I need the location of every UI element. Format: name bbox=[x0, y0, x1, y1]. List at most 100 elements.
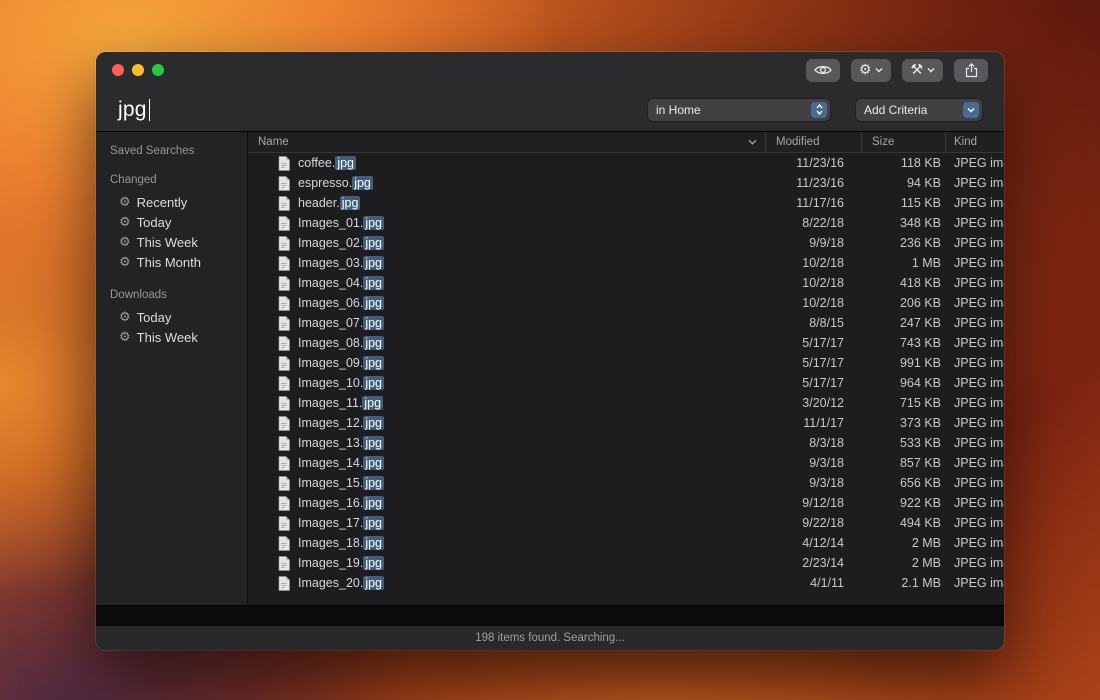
close-button[interactable] bbox=[112, 64, 124, 76]
table-row[interactable]: Images_13.jpg 8/3/18 533 KB JPEG image bbox=[248, 433, 1004, 453]
file-kind: JPEG image bbox=[946, 533, 1004, 553]
add-criteria-dropdown[interactable]: Add Criteria bbox=[856, 99, 982, 121]
file-name: Images_06.jpg bbox=[298, 296, 384, 310]
file-modified: 9/3/18 bbox=[766, 453, 862, 473]
chevron-down-icon bbox=[963, 102, 979, 118]
sort-chevron-icon bbox=[748, 136, 757, 148]
file-size: 656 KB bbox=[862, 473, 946, 493]
table-row[interactable]: Images_02.jpg 9/9/18 236 KB JPEG image bbox=[248, 233, 1004, 253]
file-name-base: Images_16. bbox=[298, 496, 363, 510]
tools-menu-button[interactable]: ⚒ bbox=[902, 59, 943, 82]
file-name-cell: Images_09.jpg bbox=[248, 353, 766, 373]
horizontal-scrollbar[interactable] bbox=[96, 605, 1004, 625]
file-modified: 10/2/18 bbox=[766, 253, 862, 273]
file-name-cell: Images_07.jpg bbox=[248, 313, 766, 333]
sidebar-item[interactable]: ⚙ This Week bbox=[96, 232, 247, 252]
file-kind: JPEG image bbox=[946, 253, 1004, 273]
column-header-kind[interactable]: Kind bbox=[946, 132, 1004, 152]
eye-icon bbox=[814, 64, 832, 76]
file-kind: JPEG image bbox=[946, 193, 1004, 213]
table-row[interactable]: Images_03.jpg 10/2/18 1 MB JPEG image bbox=[248, 253, 1004, 273]
column-header-size[interactable]: Size bbox=[862, 132, 946, 152]
file-name-base: Images_09. bbox=[298, 356, 363, 370]
share-button[interactable] bbox=[954, 59, 988, 82]
sidebar-item[interactable]: ⚙ Today bbox=[96, 212, 247, 232]
document-icon bbox=[278, 216, 290, 231]
sidebar-item[interactable]: ⚙ This Month bbox=[96, 252, 247, 272]
file-modified: 9/22/18 bbox=[766, 513, 862, 533]
file-name-cell: Images_19.jpg bbox=[248, 553, 766, 573]
table-row[interactable]: Images_20.jpg 4/1/11 2.1 MB JPEG image bbox=[248, 573, 1004, 593]
table-row[interactable]: Images_07.jpg 8/8/15 247 KB JPEG image bbox=[248, 313, 1004, 333]
column-header-modified[interactable]: Modified bbox=[766, 132, 862, 152]
sidebar-item[interactable]: ⚙ Recently bbox=[96, 192, 247, 212]
table-row[interactable]: espresso.jpg 11/23/16 94 KB JPEG image bbox=[248, 173, 1004, 193]
table-row[interactable]: Images_15.jpg 9/3/18 656 KB JPEG image bbox=[248, 473, 1004, 493]
document-icon bbox=[278, 256, 290, 271]
file-name-base: Images_01. bbox=[298, 216, 363, 230]
action-menu-button[interactable]: ⚙ bbox=[851, 59, 892, 82]
table-row[interactable]: Images_06.jpg 10/2/18 206 KB JPEG image bbox=[248, 293, 1004, 313]
file-name: Images_13.jpg bbox=[298, 436, 384, 450]
file-name: Images_04.jpg bbox=[298, 276, 384, 290]
sidebar-header: Saved Searches bbox=[96, 145, 247, 157]
status-text: 198 items found. Searching... bbox=[475, 632, 625, 644]
document-icon bbox=[278, 376, 290, 391]
document-icon bbox=[278, 176, 290, 191]
scope-dropdown-label: in Home bbox=[648, 103, 811, 117]
table-row[interactable]: Images_12.jpg 11/1/17 373 KB JPEG image bbox=[248, 413, 1004, 433]
file-name-base: Images_20. bbox=[298, 576, 363, 590]
table-row[interactable]: Images_14.jpg 9/3/18 857 KB JPEG image bbox=[248, 453, 1004, 473]
share-icon bbox=[965, 63, 978, 78]
table-row[interactable]: Images_04.jpg 10/2/18 418 KB JPEG image bbox=[248, 273, 1004, 293]
zoom-button[interactable] bbox=[152, 64, 164, 76]
file-kind: JPEG image bbox=[946, 233, 1004, 253]
file-modified: 9/3/18 bbox=[766, 473, 862, 493]
file-kind: JPEG image bbox=[946, 273, 1004, 293]
search-input[interactable]: jpg bbox=[118, 98, 150, 122]
stepper-icon bbox=[811, 102, 827, 118]
file-name-cell: header.jpg bbox=[248, 193, 766, 213]
table-row[interactable]: Images_11.jpg 3/20/12 715 KB JPEG image bbox=[248, 393, 1004, 413]
column-label: Size bbox=[872, 136, 894, 148]
table-row[interactable]: Images_08.jpg 5/17/17 743 KB JPEG image bbox=[248, 333, 1004, 353]
search-match-highlight: jpg bbox=[363, 236, 384, 250]
table-row[interactable]: Images_18.jpg 4/12/14 2 MB JPEG image bbox=[248, 533, 1004, 553]
minimize-button[interactable] bbox=[132, 64, 144, 76]
table-row[interactable]: header.jpg 11/17/16 115 KB JPEG image bbox=[248, 193, 1004, 213]
text-cursor bbox=[149, 99, 151, 121]
document-icon bbox=[278, 536, 290, 551]
table-row[interactable]: Images_01.jpg 8/22/18 348 KB JPEG image bbox=[248, 213, 1004, 233]
search-match-highlight: jpg bbox=[363, 436, 384, 450]
file-size: 118 KB bbox=[862, 153, 946, 173]
file-name-base: Images_02. bbox=[298, 236, 363, 250]
table-row[interactable]: Images_17.jpg 9/22/18 494 KB JPEG image bbox=[248, 513, 1004, 533]
document-icon bbox=[278, 296, 290, 311]
table-row[interactable]: Images_16.jpg 9/12/18 922 KB JPEG image bbox=[248, 493, 1004, 513]
table-row[interactable]: Images_19.jpg 2/23/14 2 MB JPEG image bbox=[248, 553, 1004, 573]
column-header-name[interactable]: Name bbox=[248, 132, 766, 152]
file-kind: JPEG image bbox=[946, 333, 1004, 353]
sidebar-item[interactable]: ⚙ Today bbox=[96, 307, 247, 327]
window-controls bbox=[112, 64, 164, 76]
file-modified: 3/20/12 bbox=[766, 393, 862, 413]
file-modified: 2/23/14 bbox=[766, 553, 862, 573]
file-modified: 11/17/16 bbox=[766, 193, 862, 213]
quick-look-button[interactable] bbox=[806, 59, 840, 82]
file-name-cell: coffee.jpg bbox=[248, 153, 766, 173]
file-kind: JPEG image bbox=[946, 493, 1004, 513]
sidebar-item-label: This Week bbox=[137, 235, 198, 250]
scope-dropdown[interactable]: in Home bbox=[648, 99, 830, 121]
smart-folder-icon: ⚙ bbox=[119, 311, 131, 324]
sidebar-item[interactable]: ⚙ This Week bbox=[96, 327, 247, 347]
column-label: Modified bbox=[776, 136, 819, 148]
file-name: Images_17.jpg bbox=[298, 516, 384, 530]
file-name-base: Images_03. bbox=[298, 256, 363, 270]
file-kind: JPEG image bbox=[946, 293, 1004, 313]
file-name-cell: Images_18.jpg bbox=[248, 533, 766, 553]
table-row[interactable]: coffee.jpg 11/23/16 118 KB JPEG image bbox=[248, 153, 1004, 173]
file-name-base: Images_17. bbox=[298, 516, 363, 530]
table-row[interactable]: Images_09.jpg 5/17/17 991 KB JPEG image bbox=[248, 353, 1004, 373]
sidebar-item-label: This Month bbox=[137, 255, 201, 270]
table-row[interactable]: Images_10.jpg 5/17/17 964 KB JPEG image bbox=[248, 373, 1004, 393]
